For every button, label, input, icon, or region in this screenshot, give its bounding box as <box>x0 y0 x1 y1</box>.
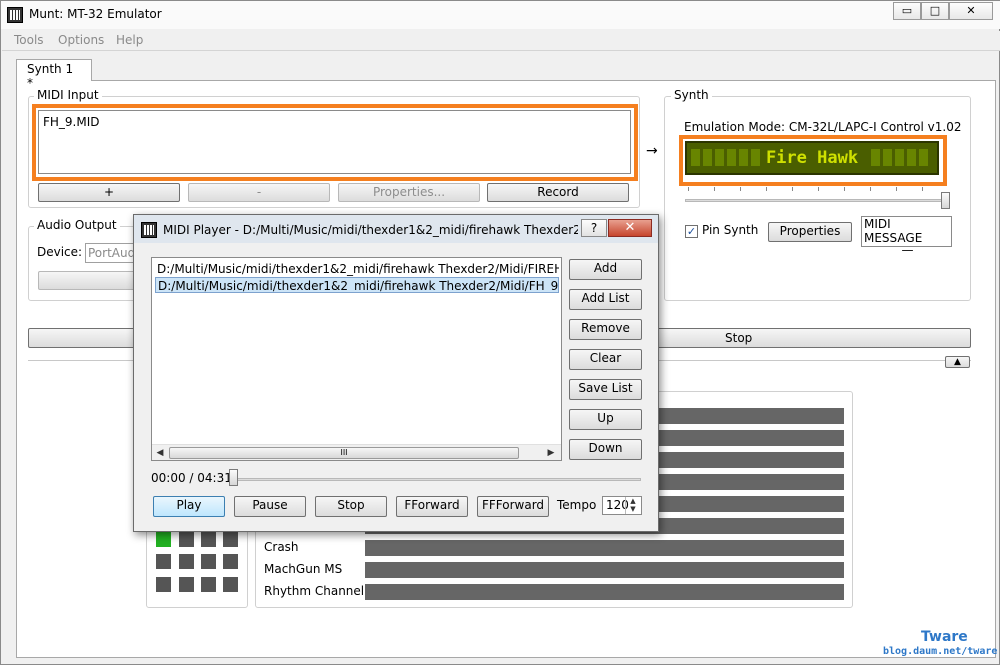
stop-all-label: Stop <box>725 331 753 345</box>
midi-input-title: MIDI Input <box>34 88 102 102</box>
pause-button[interactable]: Pause <box>234 496 306 517</box>
dialog-title-bar: MIDI Player - D:/Multi/Music/midi/thexde… <box>134 215 658 243</box>
add-midi-button[interactable]: + <box>38 183 180 202</box>
time-readout: 00:00 / 04:31 <box>151 471 232 485</box>
minimize-button[interactable]: ▭ <box>893 2 921 20</box>
add-list-button[interactable]: Add List <box>569 289 642 310</box>
fforward-button[interactable]: FForward <box>396 496 468 517</box>
part-cell <box>179 554 194 569</box>
volume-slider-track[interactable] <box>685 199 947 202</box>
scrollbar-thumb[interactable]: III <box>169 447 519 459</box>
midi-message-value: — <box>901 243 914 257</box>
down-button[interactable]: Down <box>569 439 642 460</box>
time-slider-thumb[interactable] <box>229 469 238 486</box>
up-button[interactable]: Up <box>569 409 642 430</box>
arrow-icon: → <box>646 143 658 159</box>
save-list-button[interactable]: Save List <box>569 379 642 400</box>
midi-message-label: MIDI MESSAGE <box>864 217 923 245</box>
dialog-title: MIDI Player - D:/Multi/Music/midi/thexde… <box>163 223 578 237</box>
scroll-left-icon[interactable]: ◀ <box>153 446 167 460</box>
part-cell <box>179 577 194 592</box>
part-label-machgun: MachGun MS <box>264 562 343 576</box>
audio-output-button[interactable] <box>38 271 144 290</box>
part-cell <box>156 577 171 592</box>
title-bar: Munt: MT-32 Emulator ▭ □ ✕ <box>1 1 1000 29</box>
playlist[interactable]: D:/Multi/Music/midi/thexder1&2_midi/fire… <box>151 257 562 461</box>
playlist-item-selected[interactable]: D:/Multi/Music/midi/thexder1&2_midi/fire… <box>155 277 559 293</box>
part-cell-active <box>156 532 171 547</box>
help-button[interactable]: ? <box>581 219 607 237</box>
maximize-button[interactable]: □ <box>921 2 949 20</box>
menu-tools[interactable]: Tools <box>14 33 44 47</box>
audio-output-title: Audio Output <box>34 218 120 232</box>
clear-button[interactable]: Clear <box>569 349 642 370</box>
app-icon <box>7 7 23 23</box>
window-title: Munt: MT-32 Emulator <box>29 7 162 21</box>
part-bar <box>365 540 844 556</box>
part-cell <box>201 532 216 547</box>
midi-properties-button[interactable]: Properties... <box>338 183 480 202</box>
remove-button[interactable]: Remove <box>569 319 642 340</box>
menu-bar: Tools Options Help <box>2 31 1000 51</box>
synth-title: Synth <box>671 88 712 102</box>
part-bar <box>365 562 844 578</box>
volume-slider-thumb[interactable] <box>941 192 950 209</box>
tempo-spinner[interactable]: ▲ ▼ <box>625 497 640 514</box>
midi-message-box: MIDI MESSAGE — <box>861 216 952 256</box>
part-cell <box>223 532 238 547</box>
app-icon <box>141 222 157 238</box>
part-cell <box>179 532 194 547</box>
menu-options[interactable]: Options <box>58 33 104 47</box>
part-bar <box>365 584 844 600</box>
part-cell <box>201 554 216 569</box>
play-button[interactable]: Play <box>153 496 225 517</box>
highlight-box <box>679 135 947 186</box>
part-cell <box>223 554 238 569</box>
part-cell <box>201 577 216 592</box>
close-button[interactable]: ✕ <box>949 2 993 20</box>
tab-synth-1[interactable]: Synth 1 * <box>16 59 92 90</box>
playlist-item[interactable]: D:/Multi/Music/midi/thexder1&2_midi/fire… <box>155 261 559 277</box>
ffforward-button[interactable]: FFForward <box>477 496 549 517</box>
midi-player-dialog: MIDI Player - D:/Multi/Music/midi/thexde… <box>133 214 659 532</box>
scroll-right-icon[interactable]: ▶ <box>544 446 558 460</box>
part-cell <box>156 554 171 569</box>
watermark-url: blog.daum.net/tware <box>883 646 998 657</box>
emulation-mode-text: Emulation Mode: CM-32L/LAPC-I Control v1… <box>684 120 962 134</box>
part-label-rhythm: Rhythm Channel <box>264 584 365 598</box>
menu-help[interactable]: Help <box>116 33 143 47</box>
pin-synth-checkbox[interactable]: ✓ <box>685 225 698 238</box>
part-label-crash: Crash <box>264 540 299 554</box>
part-cell <box>223 577 238 592</box>
stop-button[interactable]: Stop <box>315 496 387 517</box>
highlight-box <box>32 104 638 181</box>
watermark-title: Tware <box>921 629 968 645</box>
dialog-close-button[interactable]: ✕ <box>608 219 652 237</box>
synth-properties-button[interactable]: Properties <box>768 222 852 242</box>
collapse-button[interactable]: ▲ <box>945 356 970 368</box>
time-slider-track[interactable] <box>231 478 641 481</box>
remove-midi-button[interactable]: - <box>188 183 330 202</box>
horizontal-scrollbar[interactable]: ◀ III ▶ <box>152 444 561 460</box>
add-button[interactable]: Add <box>569 259 642 280</box>
pin-synth-label: Pin Synth <box>702 223 759 237</box>
device-label: Device: <box>37 245 83 259</box>
tempo-label: Tempo <box>557 498 597 512</box>
record-button[interactable]: Record <box>487 183 629 202</box>
